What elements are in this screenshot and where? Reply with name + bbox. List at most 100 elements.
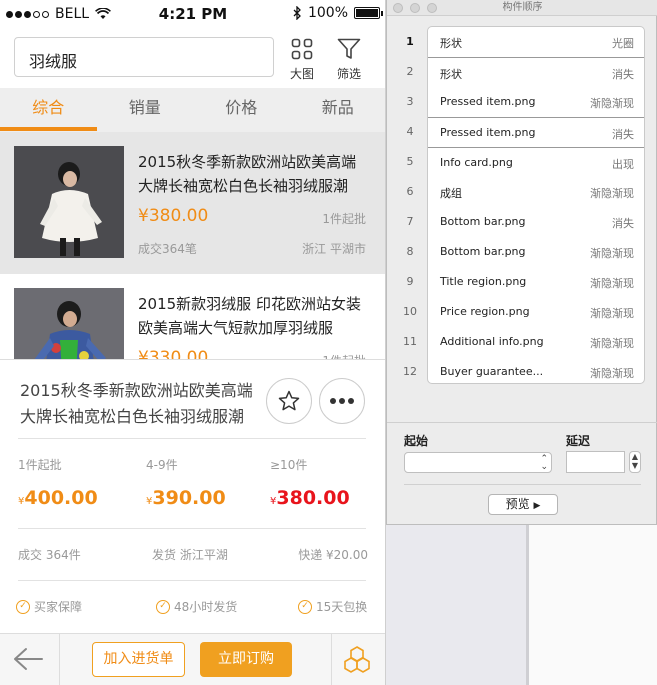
build-item[interactable]: Bottom bar.png 渐隐渐现 [428,237,644,267]
row-number: 10 [403,305,417,318]
price-tier: 1件起批 ¥400.00 [18,456,138,509]
bluetooth-icon [293,6,301,20]
tier-quantity: ≥10件 [270,458,308,472]
background-panel [386,525,526,685]
tab-new[interactable]: 新品 [290,88,386,132]
divider [18,528,366,529]
row-number: 12 [403,365,417,378]
min-order: 1件起批 [322,212,366,226]
check-icon: ✓ [298,599,312,614]
divider [18,438,366,439]
start-select[interactable]: ⌃ ⌄ [404,452,552,473]
more-icon [330,398,354,404]
tab-price[interactable]: 价格 [193,88,290,132]
tier-price: ¥390.00 [146,487,226,509]
price-tier: ≥10件 ¥380.00 [270,456,385,509]
row-number: 8 [406,245,414,258]
check-icon: ✓ [156,599,170,614]
divider [387,422,657,423]
play-icon: ▶ [533,501,541,511]
search-bar: 羽绒服 大图 筛选 [0,28,385,88]
star-icon [278,390,300,411]
build-item[interactable]: Buyer guarantee... 渐隐渐现 [428,357,644,383]
location: 浙江 平湖市 [302,242,366,256]
close-window-button[interactable] [393,3,403,13]
build-item[interactable]: Info card.png 出现 [428,147,644,177]
filter-label: 筛选 [336,67,361,81]
preview-button[interactable]: 预览 ▶ [488,494,558,515]
express-fee: 快递 ¥20.00 [298,548,368,562]
background-panel [529,525,657,685]
row-number: 2 [406,65,414,78]
build-item[interactable]: Price region.png 渐隐渐现 [428,297,644,327]
delay-input[interactable] [566,451,625,473]
add-to-cart-button[interactable]: 加入进货单 [92,642,185,677]
hexagon-menu-button[interactable] [342,645,372,679]
back-arrow-icon [14,648,43,670]
tier-price: ¥380.00 [270,487,350,509]
build-item[interactable]: Title region.png 渐隐渐现 [428,267,644,297]
product-image [14,146,124,258]
status-right: 100% [293,5,383,21]
search-input[interactable]: 羽绒服 [14,37,274,77]
guarantee-shipping: ✓ 48小时发货 [156,598,237,615]
row-number: 7 [406,215,414,228]
row-number: 11 [403,335,417,348]
build-item[interactable]: 形状 消失 [428,57,644,87]
status-bar: BELL 4:21 PM 100% [0,0,385,28]
guarantee-buyer: ✓ 买家保障 [16,598,82,615]
tier-quantity: 4-9件 [146,458,178,472]
minimize-window-button[interactable] [410,3,420,13]
build-item[interactable]: 成组 渐隐渐现 [428,177,644,207]
grid-view-label: 大图 [289,67,314,81]
row-number: 3 [406,95,414,108]
guarantee-exchange: ✓ 15天包换 [298,598,367,615]
back-button[interactable] [12,646,44,676]
sold-total: 成交 364件 [18,548,81,562]
zoom-window-button[interactable] [427,3,437,13]
build-list: 形状 光圈 形状 消失 Pressed item.png 渐隐渐现 Pressed i… [427,26,645,384]
window-title: 构件顺序 [502,2,543,13]
tab-sales[interactable]: 销量 [97,88,194,132]
sort-tabs: 综合 销量 价格 新品 [0,88,386,132]
build-item[interactable]: Pressed item.png 消失 [428,117,644,147]
tier-price: ¥400.00 [18,487,98,509]
divider [59,634,60,685]
product-title: 2015新款羽绒服 印花欧洲站女装欧美高端大气短款加厚羽绒服 [138,295,361,337]
phone-screen: BELL 4:21 PM 100% 羽绒服 大图 筛选 综合 销量 价格 新品 … [0,0,386,685]
tab-comprehensive[interactable]: 综合 [0,88,97,132]
select-arrows-icon: ⌃ ⌄ [540,454,548,472]
bottom-bar: 加入进货单 立即订购 [0,633,385,685]
delay-label: 延迟 [566,434,591,448]
product-price: ¥380.00 [138,206,209,226]
favorite-button[interactable] [266,378,312,424]
product-info-card: 2015秋冬季新款欧洲站欧美高端大牌长袖宽松白色长袖羽绒服潮 1件起批 ¥400… [0,359,385,633]
filter-button[interactable]: 筛选 [329,38,369,82]
row-number: 4 [406,125,414,138]
build-item[interactable]: 形状 光圈 [428,27,644,57]
grid-view-button[interactable]: 大图 [282,38,322,82]
row-number: 9 [406,275,414,288]
row-number: 5 [406,155,414,168]
filter-icon [337,38,361,59]
delay-stepper[interactable]: ▲ ▼ [629,451,641,473]
product-item[interactable]: 2015秋冬季新款欧洲站欧美高端大牌长袖宽松白色长袖羽绒服潮 ¥380.00 1… [0,132,385,274]
row-number: 6 [406,185,414,198]
build-item[interactable]: Bottom bar.png 消失 [428,207,644,237]
build-item[interactable]: Additional info.png 渐隐渐现 [428,327,644,357]
ship-from: 发货 浙江平湖 [152,548,228,562]
check-icon: ✓ [16,599,30,614]
hexagon-icon [344,646,370,673]
more-button[interactable] [319,378,365,424]
battery-percent: 100% [307,5,348,21]
divider [331,634,332,685]
product-title: 2015秋冬季新款欧洲站欧美高端大牌长袖宽松白色长袖羽绒服潮 [138,153,357,195]
sold-count: 成交364笔 [138,242,197,256]
start-label: 起始 [404,434,429,448]
row-number: 1 [406,35,414,48]
buy-now-button[interactable]: 立即订购 [200,642,292,677]
divider [404,484,641,485]
window-titlebar[interactable]: 构件顺序 [387,0,657,16]
price-tier: 4-9件 ¥390.00 [146,456,266,509]
build-item[interactable]: Pressed item.png 渐隐渐现 [428,87,644,117]
